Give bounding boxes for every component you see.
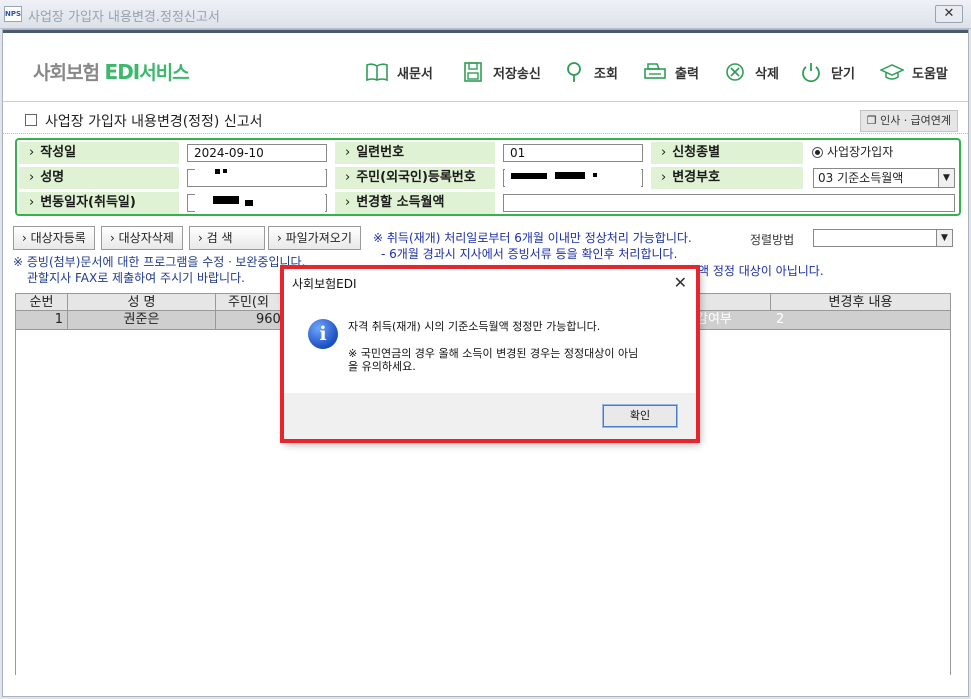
header-name: 성 명 — [68, 294, 216, 311]
hr-payroll-link-button[interactable]: ❐ 인사ㆍ급여연계 — [859, 110, 958, 132]
header-seq: 순번 — [16, 294, 68, 311]
new-document-label: 새문서 — [397, 66, 433, 82]
resident-no-redaction — [505, 168, 641, 188]
write-date-input[interactable]: 2024-09-10 — [187, 144, 327, 162]
app-logo: 사회보험 EDI서비스 — [33, 58, 190, 85]
close-label: 닫기 — [831, 66, 855, 82]
dialog-close-icon[interactable]: ✕ — [674, 273, 687, 292]
header-after-change: 변경후 내용 — [770, 294, 950, 311]
write-date-label: 작성일 — [19, 142, 179, 164]
row-after-value: 2 — [776, 312, 785, 327]
form-header: 사업장 가입자 내용변경(정정) 신고서 ❐ 인사ㆍ급여연계 — [3, 106, 968, 134]
logo-edi: EDI — [104, 60, 141, 84]
change-code-label: 변경부호 — [651, 167, 803, 189]
workplace-member-radio-label: 사업장가입자 — [827, 145, 894, 159]
save-send-button[interactable]: 저장송신 — [461, 59, 541, 85]
import-file-button[interactable]: 파일가져오기 — [268, 226, 361, 250]
notice-line-2: - 6개월 경과시 지사에서 증빙서류 등을 확인후 처리합니다. — [381, 247, 678, 261]
window-close-button[interactable]: ✕ — [935, 5, 963, 23]
sort-method-label: 정렬방법 — [750, 233, 795, 247]
close-button[interactable]: 닫기 — [799, 59, 855, 85]
form-title: 사업장 가입자 내용변경(정정) 신고서 — [45, 114, 263, 130]
hr-link-label: 인사ㆍ급여연계 — [880, 114, 951, 127]
dialog-title: 사회보험EDI — [292, 277, 357, 291]
report-type-label: 신청종별 — [651, 142, 803, 164]
save-icon — [461, 61, 485, 83]
row-name: 권준은 — [68, 311, 216, 329]
name-redaction — [195, 166, 325, 186]
report-info-grid: 작성일 2024-09-10 일련번호 01 신청종별 사업장가입자 성명 주민… — [15, 138, 961, 216]
ok-button[interactable]: 확인 — [602, 404, 678, 428]
chevron-down-icon: ▼ — [936, 230, 952, 246]
change-date-label: 변동일자(취득일) — [19, 192, 179, 214]
help-label: 도움말 — [912, 66, 948, 82]
window-titlebar: NPS 사업장 가입자 내용변경.정정신고서 ✕ — [0, 0, 971, 29]
dialog-message-1: 자격 취득(재개) 시의 기준소득월액 정정만 가능합니다. — [348, 320, 601, 333]
notice-line-5: 관할지사 FAX로 제출하여 주시기 바랍니다. — [27, 271, 245, 285]
toolbar: 사회보험 EDI서비스 새문서 저장송신 조회 출력 삭제 닫기 도움말 — [3, 30, 968, 102]
copy-icon: ❐ — [866, 114, 881, 127]
dialog-footer: 확인 — [284, 393, 697, 440]
info-icon: i — [308, 319, 338, 349]
workplace-member-radio[interactable] — [812, 147, 823, 158]
power-icon — [799, 61, 823, 83]
delete-target-button[interactable]: 대상자삭제 — [101, 226, 183, 250]
chevron-down-icon: ▼ — [938, 169, 954, 187]
print-button[interactable]: 출력 — [643, 59, 699, 85]
row-seq: 1 — [16, 311, 68, 329]
print-label: 출력 — [675, 66, 699, 82]
delete-button[interactable]: 삭제 — [723, 59, 779, 85]
serial-label: 일련번호 — [335, 142, 495, 164]
notice-line-3: 액 정정 대상이 아닙니다. — [698, 264, 824, 278]
name-label: 성명 — [19, 167, 179, 189]
delete-label: 삭제 — [755, 66, 779, 82]
serial-input[interactable]: 01 — [503, 144, 643, 162]
dialog-message-3: 을 유의하세요. — [348, 360, 416, 373]
logo-suffix: 서비스 — [139, 62, 189, 84]
change-code-value: 03 기준소득월액 — [818, 171, 904, 185]
logo-prefix: 사회보험 — [33, 62, 100, 84]
search-pin-icon — [562, 61, 586, 83]
document-icon — [25, 114, 37, 126]
notice-line-4: ※ 증빙(첨부)문서에 대한 프로그램을 수정ㆍ보완중입니다. — [13, 255, 306, 269]
book-icon — [365, 61, 389, 83]
register-target-button[interactable]: 대상자등록 — [13, 226, 95, 250]
save-send-label: 저장송신 — [493, 66, 541, 82]
query-button[interactable]: 조회 — [562, 59, 618, 85]
new-document-button[interactable]: 새문서 — [365, 59, 433, 85]
nps-app-icon: NPS — [4, 6, 22, 22]
delete-circle-icon — [723, 61, 747, 83]
dialog-message-2: ※ 국민연금의 경우 올해 소득이 변경된 경우는 정정대상이 아님 — [348, 347, 639, 360]
notice-line-1: ※ 취득(재개) 처리일로부터 6개월 이내만 정상처리 가능합니다. — [373, 231, 692, 245]
search-button[interactable]: 검 색 — [189, 226, 265, 250]
change-date-redaction — [195, 192, 325, 212]
alert-dialog: 사회보험EDI ✕ i 자격 취득(재개) 시의 기준소득월액 정정만 가능합니… — [283, 268, 698, 441]
change-code-select[interactable]: 03 기준소득월액 ▼ — [813, 168, 955, 188]
resident-no-label: 주민(외국인)등록번호 — [335, 167, 495, 189]
query-label: 조회 — [594, 66, 618, 82]
change-income-label: 변경할 소득월액 — [335, 192, 495, 214]
change-income-input[interactable] — [503, 194, 955, 212]
row-partial-field: 감여부 — [696, 312, 732, 327]
graduation-cap-icon — [879, 61, 905, 83]
help-button[interactable]: 도움말 — [879, 59, 948, 85]
window-title: 사업장 가입자 내용변경.정정신고서 — [28, 10, 220, 25]
printer-icon — [643, 61, 667, 83]
sort-method-select[interactable]: ▼ — [813, 229, 953, 247]
